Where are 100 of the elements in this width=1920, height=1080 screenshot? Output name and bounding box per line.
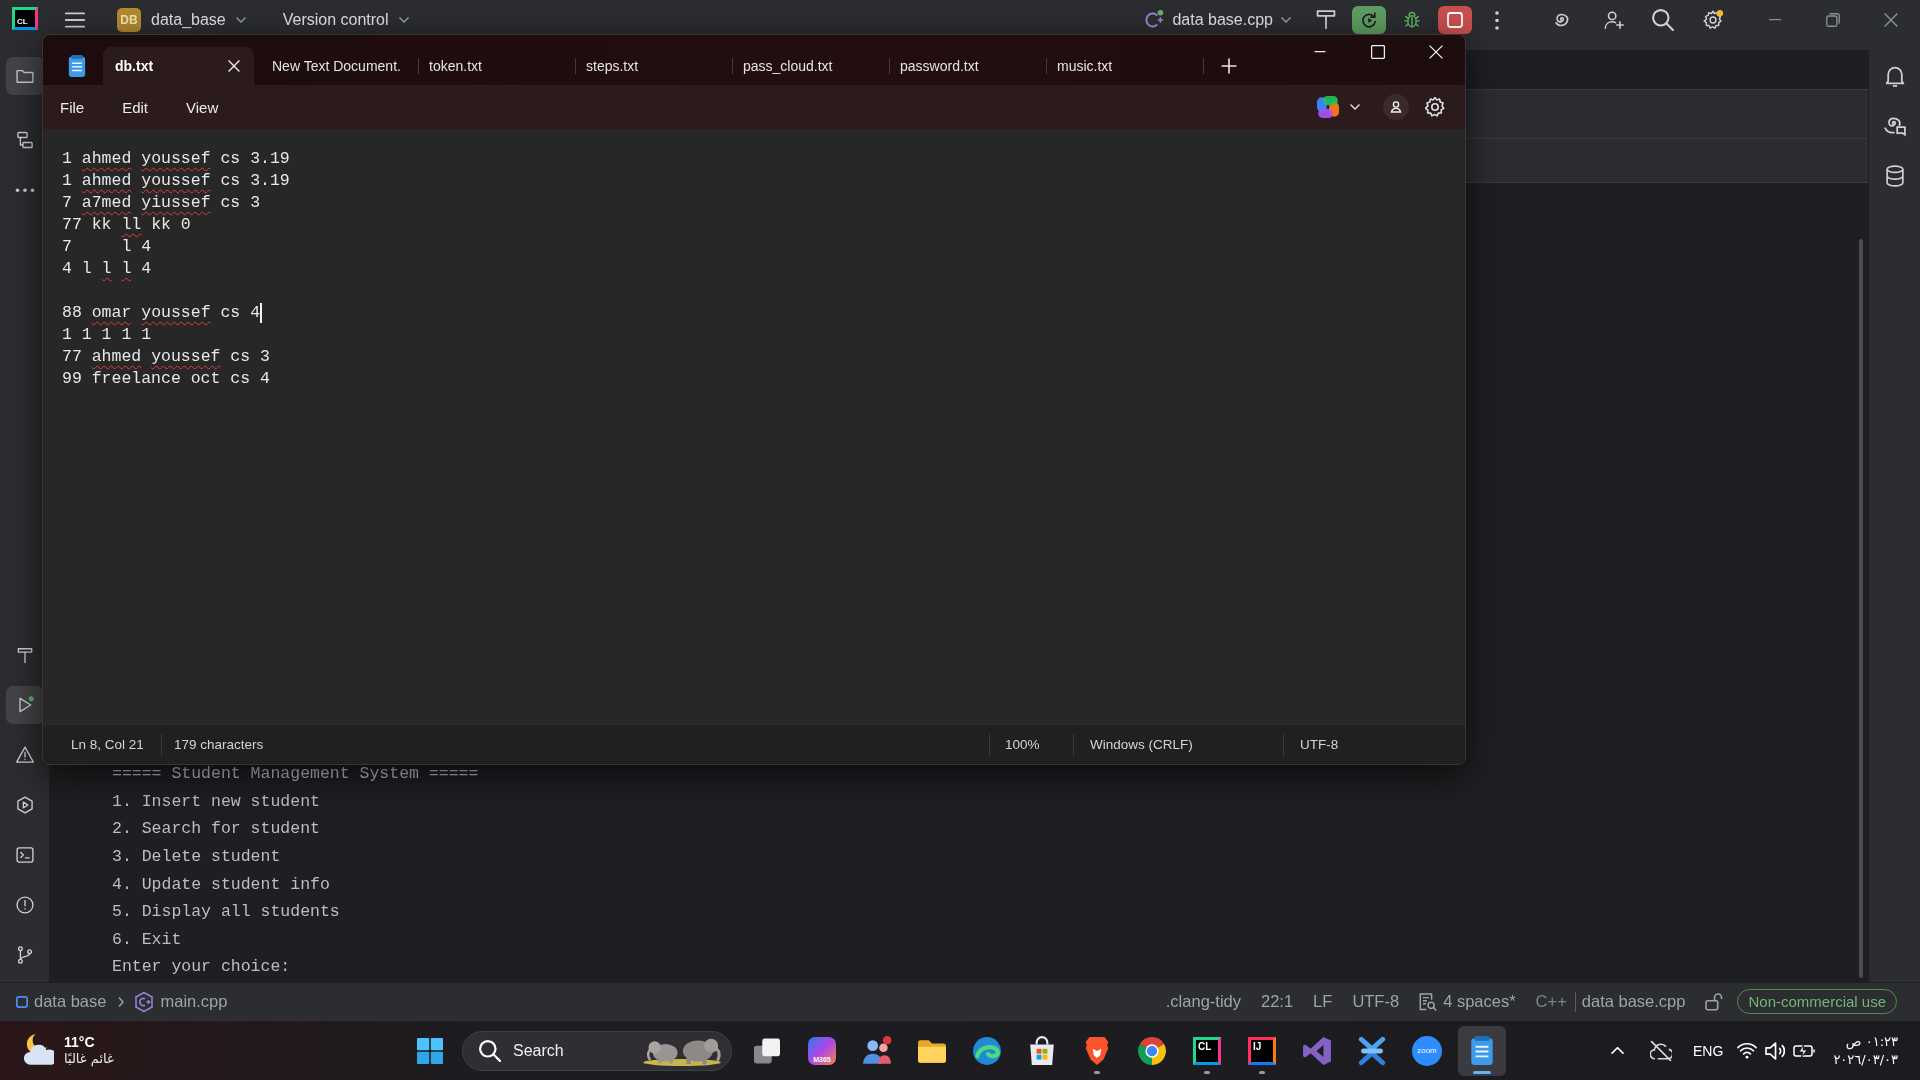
- weather-condition-text: غائم غالبًا: [64, 1051, 114, 1067]
- tool-window-button[interactable]: [5, 57, 44, 95]
- console-output-line: ===== Student Management System =====: [112, 763, 480, 786]
- document-tab[interactable]: pass_cloud.txt: [733, 47, 890, 85]
- menu-item[interactable]: File: [44, 91, 101, 123]
- inspections-widget[interactable]: .clang-tidy: [1165, 992, 1241, 1011]
- temperature-text: 11°C: [64, 1034, 95, 1052]
- store-icon: [1027, 1035, 1057, 1066]
- bug-icon[interactable]: [1402, 10, 1422, 30]
- hammer-icon[interactable]: [1316, 10, 1336, 30]
- moon-cloud-icon[interactable]: [22, 1034, 54, 1067]
- clock-date[interactable]: ٢٠٢٦/٠٣/٠٣: [1833, 1050, 1898, 1069]
- document-search-icon: [1419, 992, 1438, 1011]
- caret-position[interactable]: 22:1: [1261, 992, 1294, 1011]
- chevron-down-icon: [397, 16, 410, 24]
- tool-window-button[interactable]: [5, 686, 44, 724]
- warning-icon: [14, 745, 35, 765]
- clion-logo: CL: [1193, 1036, 1221, 1065]
- document-tab[interactable]: db.txt: [103, 47, 254, 85]
- run-configuration-dropdown[interactable]: data base.cpp: [1143, 6, 1292, 34]
- rerun-button[interactable]: [1352, 6, 1386, 34]
- stop-button[interactable]: [1438, 6, 1472, 34]
- wifi-icon[interactable]: [1737, 1040, 1758, 1061]
- console-output-line: 6. Exit: [112, 928, 183, 951]
- chevron-down-icon[interactable]: [1349, 103, 1361, 111]
- document-tab[interactable]: steps.txt: [576, 47, 733, 85]
- more-icon: [14, 187, 35, 193]
- document-tab[interactable]: music.txt: [1047, 47, 1204, 85]
- bell-icon[interactable]: [1883, 65, 1906, 87]
- project-badge: DB: [117, 8, 141, 32]
- project-dropdown[interactable]: data_base: [151, 6, 247, 34]
- console-output-line: 3. Delete student: [112, 846, 282, 869]
- notepad-icon: [66, 55, 88, 77]
- square-outline-icon: [16, 995, 28, 1008]
- windows-logo-icon[interactable]: [417, 1037, 443, 1064]
- cursor-position: Ln 8, Col 21: [70, 736, 145, 754]
- clock-time[interactable]: ٠١:٢٣ ص: [1845, 1032, 1898, 1051]
- rerun-icon: [1359, 10, 1379, 30]
- chat-spiral-icon[interactable]: [1883, 115, 1906, 137]
- breadcrumb-item[interactable]: main.cpp: [160, 992, 228, 1011]
- services-icon: [14, 795, 35, 815]
- text-line: 1 ahmed youssef cs 3.19: [62, 170, 290, 192]
- indent-setting[interactable]: 4 spaces*: [1443, 992, 1516, 1011]
- account-icon[interactable]: [1383, 94, 1409, 120]
- unlocked-padlock-icon[interactable]: [1705, 992, 1724, 1011]
- input-language[interactable]: ENG: [1693, 1042, 1724, 1059]
- taskbar-app-button[interactable]: [1458, 1025, 1506, 1076]
- search-icon: [479, 1039, 501, 1062]
- task-view-icon[interactable]: [754, 1037, 780, 1064]
- maximize-icon[interactable]: [1371, 45, 1385, 59]
- settings-icon[interactable]: [1702, 9, 1724, 31]
- colorful-knot-icon[interactable]: [1317, 96, 1339, 118]
- search-icon[interactable]: [1652, 9, 1674, 31]
- zoom-logo: zoom: [1412, 1035, 1442, 1066]
- text-encoding[interactable]: UTF-8: [1283, 733, 1465, 756]
- menu-item[interactable]: View: [170, 91, 235, 123]
- restore-icon[interactable]: [1826, 13, 1840, 27]
- chevron-down-icon: [1280, 16, 1292, 24]
- text-line: 4 l l l 4: [62, 258, 152, 280]
- cloud-off-icon[interactable]: [1650, 1039, 1673, 1062]
- document-tab[interactable]: password.txt: [890, 47, 1047, 85]
- plus-icon[interactable]: [1221, 58, 1237, 74]
- console-output-line: 1. Insert new student: [112, 790, 321, 813]
- taskbar-app-button[interactable]: IJ: [1238, 1025, 1286, 1076]
- chevron-up-icon[interactable]: [1610, 1046, 1624, 1055]
- visual-studio-icon: [1302, 1035, 1332, 1066]
- character-count: 179 characters: [161, 733, 989, 756]
- console-output-line: 5. Display all students: [112, 901, 341, 924]
- document-tab[interactable]: New Text Document.: [262, 47, 419, 85]
- text-line: 77 ahmed youssef cs 3: [62, 346, 270, 368]
- file-context[interactable]: data base.cpp: [1581, 992, 1686, 1011]
- breadcrumb-item[interactable]: data base: [34, 992, 107, 1011]
- file-encoding[interactable]: UTF-8: [1352, 992, 1400, 1011]
- text-line: 7 l 4: [62, 236, 152, 258]
- menu-icon[interactable]: [65, 10, 85, 30]
- database-icon[interactable]: [1883, 165, 1906, 187]
- structure-icon: [14, 130, 35, 150]
- menu-item[interactable]: Edit: [106, 91, 165, 123]
- text-line: 99 freelance oct cs 4: [62, 368, 270, 390]
- speaker-icon[interactable]: [1765, 1040, 1786, 1061]
- c-plus-file-icon: [134, 991, 155, 1012]
- taskbar-app-button[interactable]: CL: [1183, 1025, 1231, 1076]
- text-line: 1 1 1 1 1: [62, 324, 152, 346]
- scrollbar-thumb[interactable]: [1859, 239, 1863, 978]
- console-output-line: 2. Search for student: [112, 818, 321, 841]
- version-control-dropdown[interactable]: Version control: [282, 6, 410, 34]
- more-vertical-icon[interactable]: [1495, 10, 1499, 30]
- line-separator[interactable]: LF: [1313, 992, 1333, 1011]
- add-user-icon[interactable]: [1603, 9, 1625, 31]
- chevron-right-icon: [118, 996, 125, 1007]
- text-line: 77 kk ll kk 0: [62, 214, 191, 236]
- zoom-level[interactable]: 100%: [989, 733, 1073, 756]
- document-tab[interactable]: token.txt: [419, 47, 576, 85]
- text-line: 1 ahmed youssef cs 3.19: [62, 148, 290, 170]
- terminal-icon: [14, 845, 35, 865]
- people-icon: [862, 1035, 892, 1066]
- line-ending[interactable]: Windows (CRLF): [1073, 733, 1283, 756]
- settings-icon[interactable]: [1425, 97, 1445, 117]
- edge-icon: [972, 1035, 1002, 1066]
- app-logo[interactable]: CL: [12, 7, 38, 30]
